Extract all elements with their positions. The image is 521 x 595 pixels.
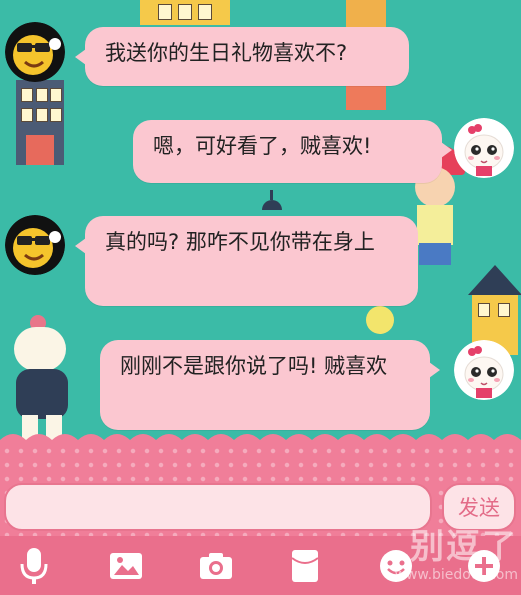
avatar-self[interactable] (454, 340, 514, 400)
cute-face-icon (454, 118, 514, 178)
image-button[interactable] (106, 546, 146, 586)
image-icon (110, 553, 142, 579)
watermark-text: 别逗了 (410, 527, 518, 567)
microphone-icon (20, 548, 48, 584)
chat-messages: 我送你的生日礼物喜欢不? 嗯，可好看了，贼喜欢! 真的吗? 那咋不见你带在身上 … (0, 0, 521, 440)
camera-button[interactable] (196, 546, 236, 586)
watermark-url: www.biedoul.com (394, 567, 518, 583)
red-envelope-button[interactable] (285, 546, 325, 586)
sunglasses-emoji-icon (5, 22, 65, 82)
microphone-button[interactable] (14, 546, 54, 586)
message-text: 我送你的生日礼物喜欢不? (105, 41, 348, 65)
avatar-self[interactable] (454, 118, 514, 178)
message-text: 嗯，可好看了，贼喜欢! (153, 134, 372, 158)
message-text: 刚刚不是跟你说了吗! 贼喜欢 (120, 354, 388, 378)
send-label: 发送 (458, 496, 500, 520)
message-bubble-outgoing[interactable]: 刚刚不是跟你说了吗! 贼喜欢 (100, 340, 440, 430)
message-input[interactable] (4, 483, 432, 531)
message-bubble-outgoing[interactable]: 嗯，可好看了，贼喜欢! (133, 120, 452, 183)
message-bubble-incoming[interactable]: 我送你的生日礼物喜欢不? (75, 27, 409, 86)
sunglasses-emoji-icon (5, 215, 65, 275)
message-text: 真的吗? 那咋不见你带在身上 (105, 230, 375, 254)
red-envelope-icon (291, 550, 319, 582)
avatar-friend[interactable] (5, 215, 65, 275)
send-button[interactable]: 发送 (442, 483, 516, 531)
camera-icon (200, 553, 232, 579)
avatar-friend[interactable] (5, 22, 65, 82)
message-bubble-incoming[interactable]: 真的吗? 那咋不见你带在身上 (75, 216, 418, 306)
cute-face-icon (454, 340, 514, 400)
watermark: 别逗了 www.biedoul.com (348, 528, 518, 594)
